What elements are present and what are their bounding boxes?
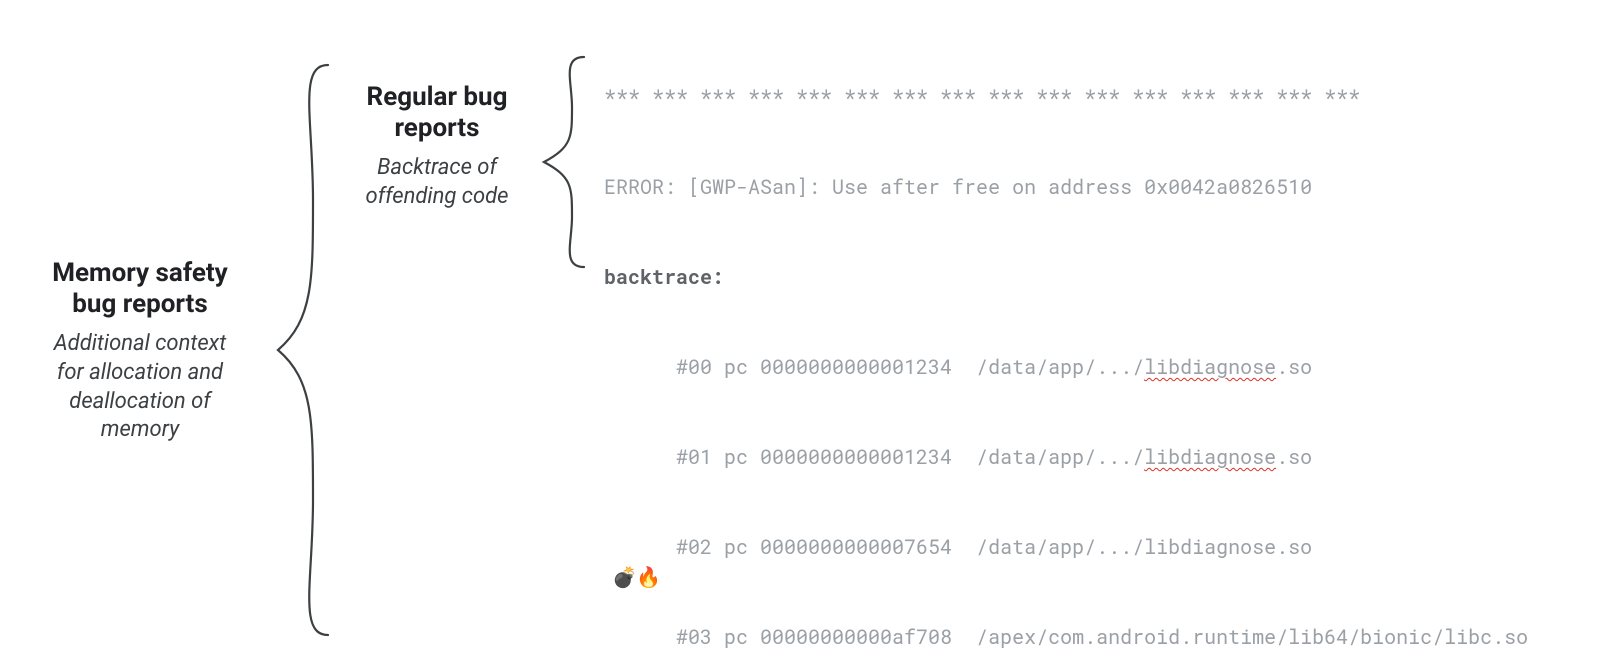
bt1-c: .so — [1276, 444, 1312, 470]
bomb-icon: 💣 — [612, 562, 637, 592]
outer-title-line-1: Memory safety — [52, 258, 228, 288]
inner-sub-line-2: offending code — [366, 184, 509, 209]
inner-label-title: Regular bug reports — [342, 82, 532, 144]
bt1-a: #01 pc 0000000000001234 /data/app/.../ — [604, 444, 1144, 470]
diagram-stage: Memory safety bug reports Additional con… — [0, 0, 1600, 651]
fire-icon: 🔥 — [636, 562, 661, 592]
inner-brace-icon — [534, 52, 592, 272]
bt0-a: #00 pc 0000000000001234 /data/app/.../ — [604, 354, 1144, 380]
inner-title-line-2: reports — [395, 113, 480, 143]
inner-label-block: Regular bug reports Backtrace of offendi… — [342, 82, 532, 212]
outer-label-title: Memory safety bug reports — [20, 258, 260, 320]
log-separator: *** *** *** *** *** *** *** *** *** *** … — [604, 82, 1528, 112]
outer-sub-line-2: for allocation and — [57, 360, 223, 385]
backtrace-frame-2: #02 pc 0000000000007654 /data/app/.../li… — [604, 532, 1528, 562]
outer-brace-icon — [268, 60, 338, 640]
bt0-b-squiggle: libdiagnose — [1144, 354, 1276, 380]
inner-label-subtitle: Backtrace of offending code — [342, 154, 532, 211]
backtrace-frame-3: #03 pc 00000000000af708 /apex/com.androi… — [604, 622, 1528, 651]
inner-title-line-1: Regular bug — [367, 82, 508, 112]
crash-log: *** *** *** *** *** *** *** *** *** *** … — [604, 22, 1528, 651]
outer-sub-line-3: deallocation of — [69, 389, 210, 414]
outer-label-block: Memory safety bug reports Additional con… — [20, 258, 260, 445]
inner-sub-line-1: Backtrace of — [377, 155, 497, 180]
outer-label-subtitle: Additional context for allocation and de… — [20, 330, 260, 444]
backtrace-frame-1: #01 pc 0000000000001234 /data/app/.../li… — [604, 442, 1528, 472]
bt1-b-squiggle: libdiagnose — [1144, 444, 1276, 470]
outer-sub-line-4: memory — [101, 417, 179, 442]
outer-title-line-2: bug reports — [72, 289, 207, 319]
log-error-line: ERROR: [GWP-ASan]: Use after free on add… — [604, 172, 1528, 202]
bt0-c: .so — [1276, 354, 1312, 380]
backtrace-frame-0: #00 pc 0000000000001234 /data/app/.../li… — [604, 352, 1528, 382]
outer-sub-line-1: Additional context — [54, 331, 227, 356]
backtrace-header: backtrace: — [604, 262, 1528, 292]
